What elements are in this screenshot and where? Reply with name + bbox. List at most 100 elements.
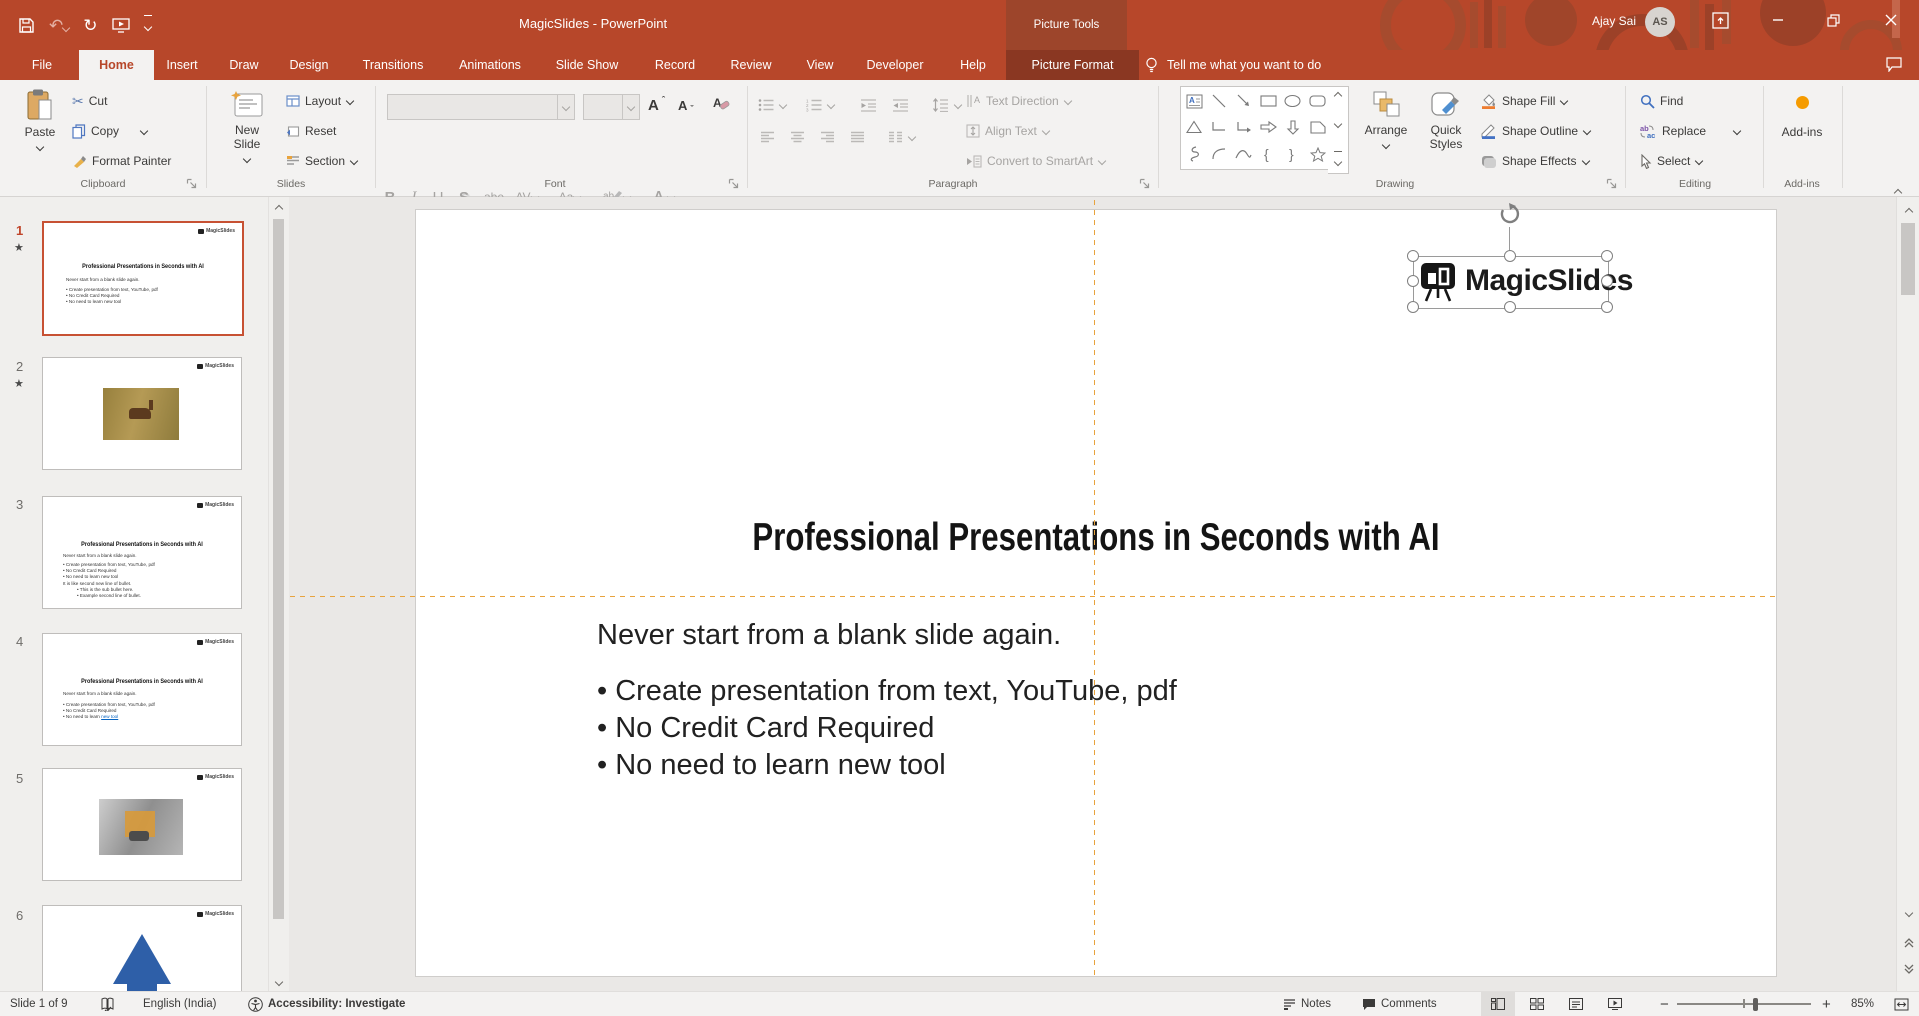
slide-sorter-view-button[interactable] [1520,992,1554,1016]
accessibility-status[interactable]: Accessibility: Investigate [268,992,405,1016]
tab-insert[interactable]: Insert [150,50,214,80]
quick-styles-button[interactable]: Quick Styles [1418,82,1474,190]
minimize-button[interactable] [1755,0,1801,40]
elbow-arrow-connector-shape[interactable] [1236,120,1252,134]
rectangle-shape[interactable] [1260,94,1277,108]
tab-picture-format[interactable]: Picture Format [1006,50,1139,80]
clear-formatting-button[interactable]: A [712,92,730,114]
thumbnail-slide-4[interactable]: MagicSlides Professional Presentations i… [42,633,242,746]
avatar[interactable]: AS [1645,7,1675,37]
undo-icon[interactable]: ↶ [49,17,69,34]
font-name-combobox[interactable] [387,94,575,120]
replace-button[interactable]: abac Replace [1640,120,1741,142]
zoom-slider[interactable] [1677,992,1811,1016]
notes-button[interactable]: Notes [1283,992,1331,1016]
section-button[interactable]: Section [286,150,358,172]
resize-handle-nw[interactable] [1407,250,1419,262]
reset-button[interactable]: Reset [286,120,336,142]
elbow-connector-shape[interactable] [1211,120,1227,134]
shape-outline-button[interactable]: Shape Outline [1480,120,1591,142]
tab-help[interactable]: Help [944,50,1002,80]
copy-button[interactable]: Copy [72,120,148,142]
scrollbar-thumb[interactable] [273,219,284,919]
tab-home[interactable]: Home [79,50,154,80]
gallery-more-icon[interactable] [1334,151,1342,170]
slide-indicator[interactable]: Slide 1 of 9 [10,992,68,1016]
cut-button[interactable]: ✂ Cut [72,90,107,112]
snip-corner-rectangle-shape[interactable] [1310,120,1326,134]
collapse-ribbon-icon[interactable] [1894,180,1902,198]
reading-view-button[interactable] [1559,992,1593,1016]
shape-gallery-scroll[interactable] [1328,86,1349,174]
left-brace-shape[interactable]: { [1263,146,1273,163]
thumbnail-slide-1[interactable]: MagicSlides Professional Presentations i… [42,221,244,336]
previous-slide-button[interactable] [1897,933,1919,953]
font-size-dropdown-icon[interactable] [622,95,639,119]
convert-to-smartart-button[interactable]: Convert to SmartArt [966,150,1106,172]
resize-handle-w[interactable] [1407,275,1419,287]
zoom-slider-thumb[interactable] [1753,998,1758,1011]
arrow-shape[interactable] [1236,93,1252,109]
select-button[interactable]: Select [1640,150,1703,172]
slide-title-text[interactable]: Professional Presentations in Seconds wi… [552,516,1640,560]
tell-me-box[interactable]: Tell me what you want to do [1145,50,1321,80]
shape-fill-button[interactable]: Shape Fill [1480,90,1568,112]
thumbnail-slide-6[interactable]: MagicSlides [42,905,242,991]
language-indicator[interactable]: English (India) [143,992,217,1016]
tab-draw[interactable]: Draw [214,50,274,80]
tab-developer[interactable]: Developer [850,50,940,80]
restore-button[interactable] [1810,0,1856,40]
decrease-font-size-button[interactable]: Aˇ [678,94,693,116]
comments-button[interactable]: Comments [1362,992,1437,1016]
align-right-button[interactable] [820,126,835,148]
comments-bubble-icon[interactable] [1886,57,1902,72]
slide-bullet-list[interactable]: • Create presentation from text, YouTube… [597,673,1177,784]
align-center-button[interactable] [790,126,805,148]
align-left-button[interactable] [760,126,775,148]
scroll-up-icon[interactable] [275,203,283,209]
triangle-shape[interactable] [1186,120,1202,134]
fit-to-window-button[interactable] [1894,992,1909,1016]
line-spacing-button[interactable] [932,94,962,116]
start-slideshow-icon[interactable] [112,18,130,33]
zoom-in-button[interactable]: + [1822,992,1831,1016]
resize-handle-sw[interactable] [1407,301,1419,313]
tab-design[interactable]: Design [274,50,344,80]
tab-record[interactable]: Record [638,50,712,80]
font-name-dropdown-icon[interactable] [557,95,574,119]
oval-shape[interactable] [1284,94,1301,108]
rotation-handle-icon[interactable] [1496,203,1524,227]
gallery-down-icon[interactable] [1334,121,1342,127]
thumbnail-slide-3[interactable]: MagicSlides Professional Presentations i… [42,496,242,609]
slide-canvas-area[interactable]: Professional Presentations in Seconds wi… [289,197,1896,991]
canvas-scrollbar-thumb[interactable] [1901,223,1915,295]
scribble-shape[interactable] [1187,146,1201,162]
save-icon[interactable] [18,17,35,34]
resize-handle-se[interactable] [1601,301,1613,313]
paste-button[interactable]: Paste [14,82,66,190]
tab-slide-show[interactable]: Slide Show [540,50,634,80]
shape-gallery[interactable]: A { } [1180,86,1332,170]
text-direction-button[interactable]: A Text Direction [966,90,1072,112]
zoom-level[interactable]: 85% [1851,992,1874,1016]
canvas-scroll-up-icon[interactable] [1897,199,1919,219]
font-size-combobox[interactable] [583,94,640,120]
close-button[interactable] [1868,0,1914,40]
star-shape[interactable] [1310,147,1326,162]
curve-shape[interactable] [1235,147,1252,161]
font-dialog-launcher[interactable] [728,178,741,191]
thumbnail-slide-2[interactable]: MagicSlides [42,357,242,470]
shape-effects-button[interactable]: Shape Effects [1480,150,1590,172]
layout-button[interactable]: Layout [286,90,354,112]
customize-qat-icon[interactable] [144,15,152,35]
tab-file[interactable]: File [12,50,72,80]
slide-editing-surface[interactable]: Professional Presentations in Seconds wi… [415,209,1777,977]
increase-font-size-button[interactable]: Aˆ [648,94,665,116]
paragraph-dialog-launcher[interactable] [1139,178,1152,191]
resize-handle-ne[interactable] [1601,250,1613,262]
gallery-up-icon[interactable] [1334,90,1342,96]
line-shape[interactable] [1211,93,1227,109]
redo-icon[interactable]: ↻ [83,17,97,34]
scroll-down-icon[interactable] [275,979,283,985]
add-ins-button[interactable]: Add-ins [1768,82,1836,190]
